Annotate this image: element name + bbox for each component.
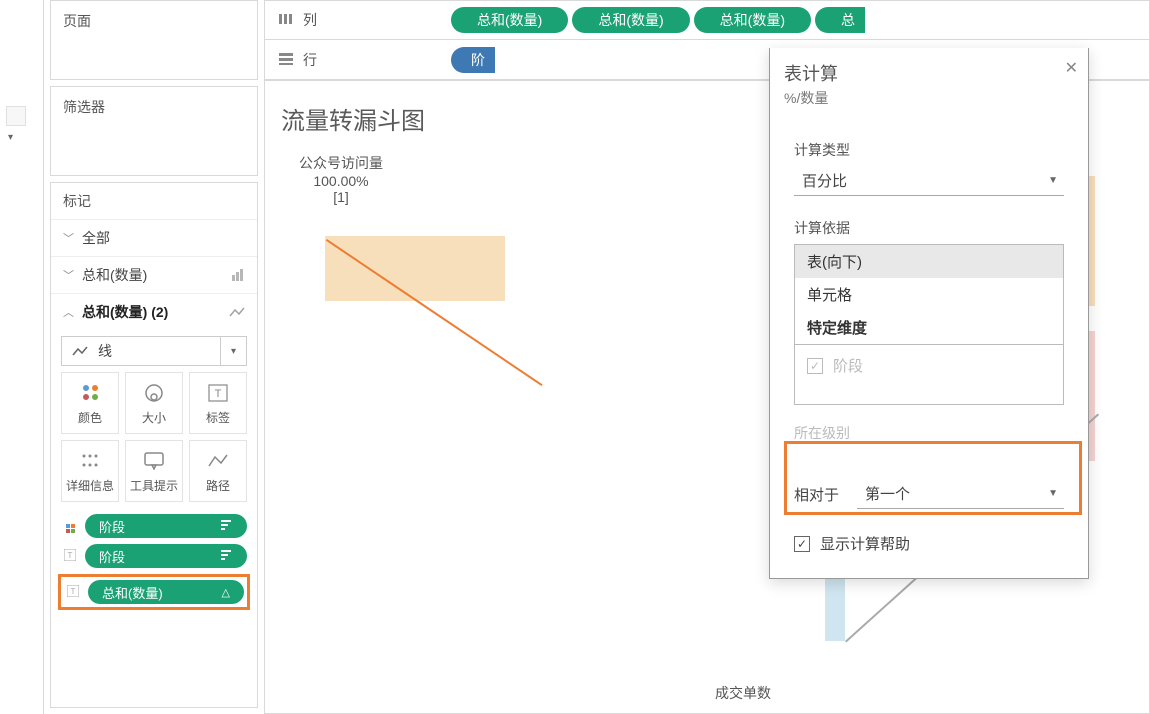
rows-icon xyxy=(279,52,293,68)
rows-label: 行 xyxy=(303,50,317,70)
marks-sum1-row[interactable]: ﹀ 总和(数量) xyxy=(51,256,257,293)
color-button[interactable]: 颜色 xyxy=(61,372,119,434)
compute-using-label: 计算依据 xyxy=(794,218,1064,238)
pages-card: 页面 xyxy=(50,0,258,80)
dimension-checkbox-area: ✓ 阶段 xyxy=(794,345,1064,405)
footer-label: 成交单数 xyxy=(715,683,771,703)
highlighted-pill-box: T 总和(数量) △ xyxy=(58,574,250,610)
popup-title: 表计算 xyxy=(784,60,1074,86)
pill-row-phase-label[interactable]: T 阶段 xyxy=(61,544,247,568)
line-icon xyxy=(62,345,88,357)
compute-using-list[interactable]: 表(向下) 单元格 特定维度 xyxy=(794,244,1064,345)
columns-icon xyxy=(279,12,293,28)
filters-label: 筛选器 xyxy=(51,87,257,127)
tooltip-label: 工具提示 xyxy=(130,477,178,494)
pill-phase-2[interactable]: 阶段 xyxy=(85,544,247,568)
path-button[interactable]: 路径 xyxy=(189,440,247,502)
chart-title: 流量转漏斗图 xyxy=(281,101,425,136)
pill-phase-1[interactable]: 阶段 xyxy=(85,514,247,538)
show-help-checkbox[interactable]: ✓ 显示计算帮助 xyxy=(794,533,1064,554)
col-pill-1[interactable]: 总和(数量) xyxy=(451,7,568,33)
pages-label: 页面 xyxy=(51,1,257,41)
delta-icon: △ xyxy=(222,586,230,599)
calc-type-label: 计算类型 xyxy=(794,140,1064,160)
filters-card: 筛选器 xyxy=(50,86,258,176)
svg-text:T: T xyxy=(71,587,76,596)
highlight-frame xyxy=(784,441,1082,515)
mark-type-dropdown[interactable]: 线 ▾ xyxy=(61,336,247,366)
chevron-up-icon: ︿ xyxy=(63,304,74,320)
svg-text:T: T xyxy=(215,388,222,400)
at-level-label: 所在级别 xyxy=(794,423,1064,443)
pill-sum[interactable]: 总和(数量) △ xyxy=(88,580,244,604)
line-icon xyxy=(229,306,245,318)
chevron-down-icon: ﹀ xyxy=(63,267,74,283)
marks-all-row[interactable]: ﹀ 全部 xyxy=(51,219,257,256)
caret-down-icon[interactable]: ▾ xyxy=(220,337,246,365)
caret-down-icon[interactable]: ▾ xyxy=(8,132,43,143)
list-item-table-down[interactable]: 表(向下) xyxy=(795,245,1063,278)
marks-card: 标记 ﹀ 全部 ﹀ 总和(数量) ︿ 总和(数量) (2) xyxy=(50,182,258,708)
main-area: 列 总和(数量) 总和(数量) 总和(数量) 总 行 阶 流量转漏斗图 xyxy=(264,0,1150,714)
config-panel: 页面 筛选器 标记 ﹀ 全部 ﹀ 总和(数量) ︿ 总和(数量) (2) xyxy=(44,0,264,714)
columns-label: 列 xyxy=(303,10,317,30)
text-icon: T xyxy=(61,549,79,564)
col-pill-2[interactable]: 总和(数量) xyxy=(572,7,689,33)
detail-icon xyxy=(80,449,100,473)
marks-sum2-row[interactable]: ︿ 总和(数量) (2) xyxy=(51,293,257,330)
label-label: 标签 xyxy=(206,409,230,426)
pill-row-phase-color[interactable]: 阶段 xyxy=(61,514,247,538)
bar-segment-1 xyxy=(325,236,505,301)
table-calc-popup: 表计算 %/数量 ✕ 计算类型 百分比 ▼ 计算依据 表(向下) 单元格 特定维… xyxy=(769,48,1089,579)
checkbox-icon: ✓ xyxy=(807,358,823,374)
popup-subtitle: %/数量 xyxy=(784,88,1074,108)
columns-shelf[interactable]: 列 总和(数量) 总和(数量) 总和(数量) 总 xyxy=(264,0,1150,40)
tooltip-icon xyxy=(144,449,164,473)
sort-icon xyxy=(221,520,233,533)
size-icon xyxy=(143,381,165,405)
marks-sum2-label: 总和(数量) (2) xyxy=(82,302,168,322)
mark-type-label: 线 xyxy=(88,341,220,361)
sort-icon xyxy=(221,550,233,563)
text-icon: T xyxy=(64,585,82,600)
path-label: 路径 xyxy=(206,477,230,494)
path-icon xyxy=(207,449,229,473)
left-sliver: ▾ xyxy=(0,0,44,714)
list-item-cell[interactable]: 单元格 xyxy=(795,278,1063,311)
bar-icon xyxy=(231,269,245,281)
color-icon xyxy=(83,381,98,405)
row-pill-1[interactable]: 阶 xyxy=(451,47,495,73)
label-button[interactable]: T 标签 xyxy=(189,372,247,434)
sliver-box xyxy=(6,106,26,126)
list-item-specific[interactable]: 特定维度 xyxy=(795,311,1063,344)
chevron-down-icon: ﹀ xyxy=(63,230,74,246)
calc-type-dropdown[interactable]: 百分比 ▼ xyxy=(794,166,1064,196)
dimension-checkbox[interactable]: ✓ 阶段 xyxy=(807,355,1051,376)
color-label: 颜色 xyxy=(78,409,102,426)
close-icon[interactable]: ✕ xyxy=(1065,58,1078,78)
pill-row-sum[interactable]: T 总和(数量) △ xyxy=(64,580,244,604)
svg-text:T: T xyxy=(68,551,73,560)
tooltip-button[interactable]: 工具提示 xyxy=(125,440,183,502)
marks-all-label: 全部 xyxy=(82,228,110,248)
detail-button[interactable]: 详细信息 xyxy=(61,440,119,502)
size-label: 大小 xyxy=(142,409,166,426)
marks-sum1-label: 总和(数量) xyxy=(82,265,147,285)
detail-label: 详细信息 xyxy=(66,477,114,494)
col-pill-4[interactable]: 总 xyxy=(815,7,865,33)
caret-down-icon: ▼ xyxy=(1048,175,1064,186)
checkbox-icon: ✓ xyxy=(794,536,810,552)
size-button[interactable]: 大小 xyxy=(125,372,183,434)
color-icon xyxy=(61,519,79,533)
col-pill-3[interactable]: 总和(数量) xyxy=(694,7,811,33)
column-header-1: 公众号访问量 100.00% [1] xyxy=(281,153,401,205)
marks-label: 标记 xyxy=(51,183,257,219)
label-icon: T xyxy=(208,381,228,405)
